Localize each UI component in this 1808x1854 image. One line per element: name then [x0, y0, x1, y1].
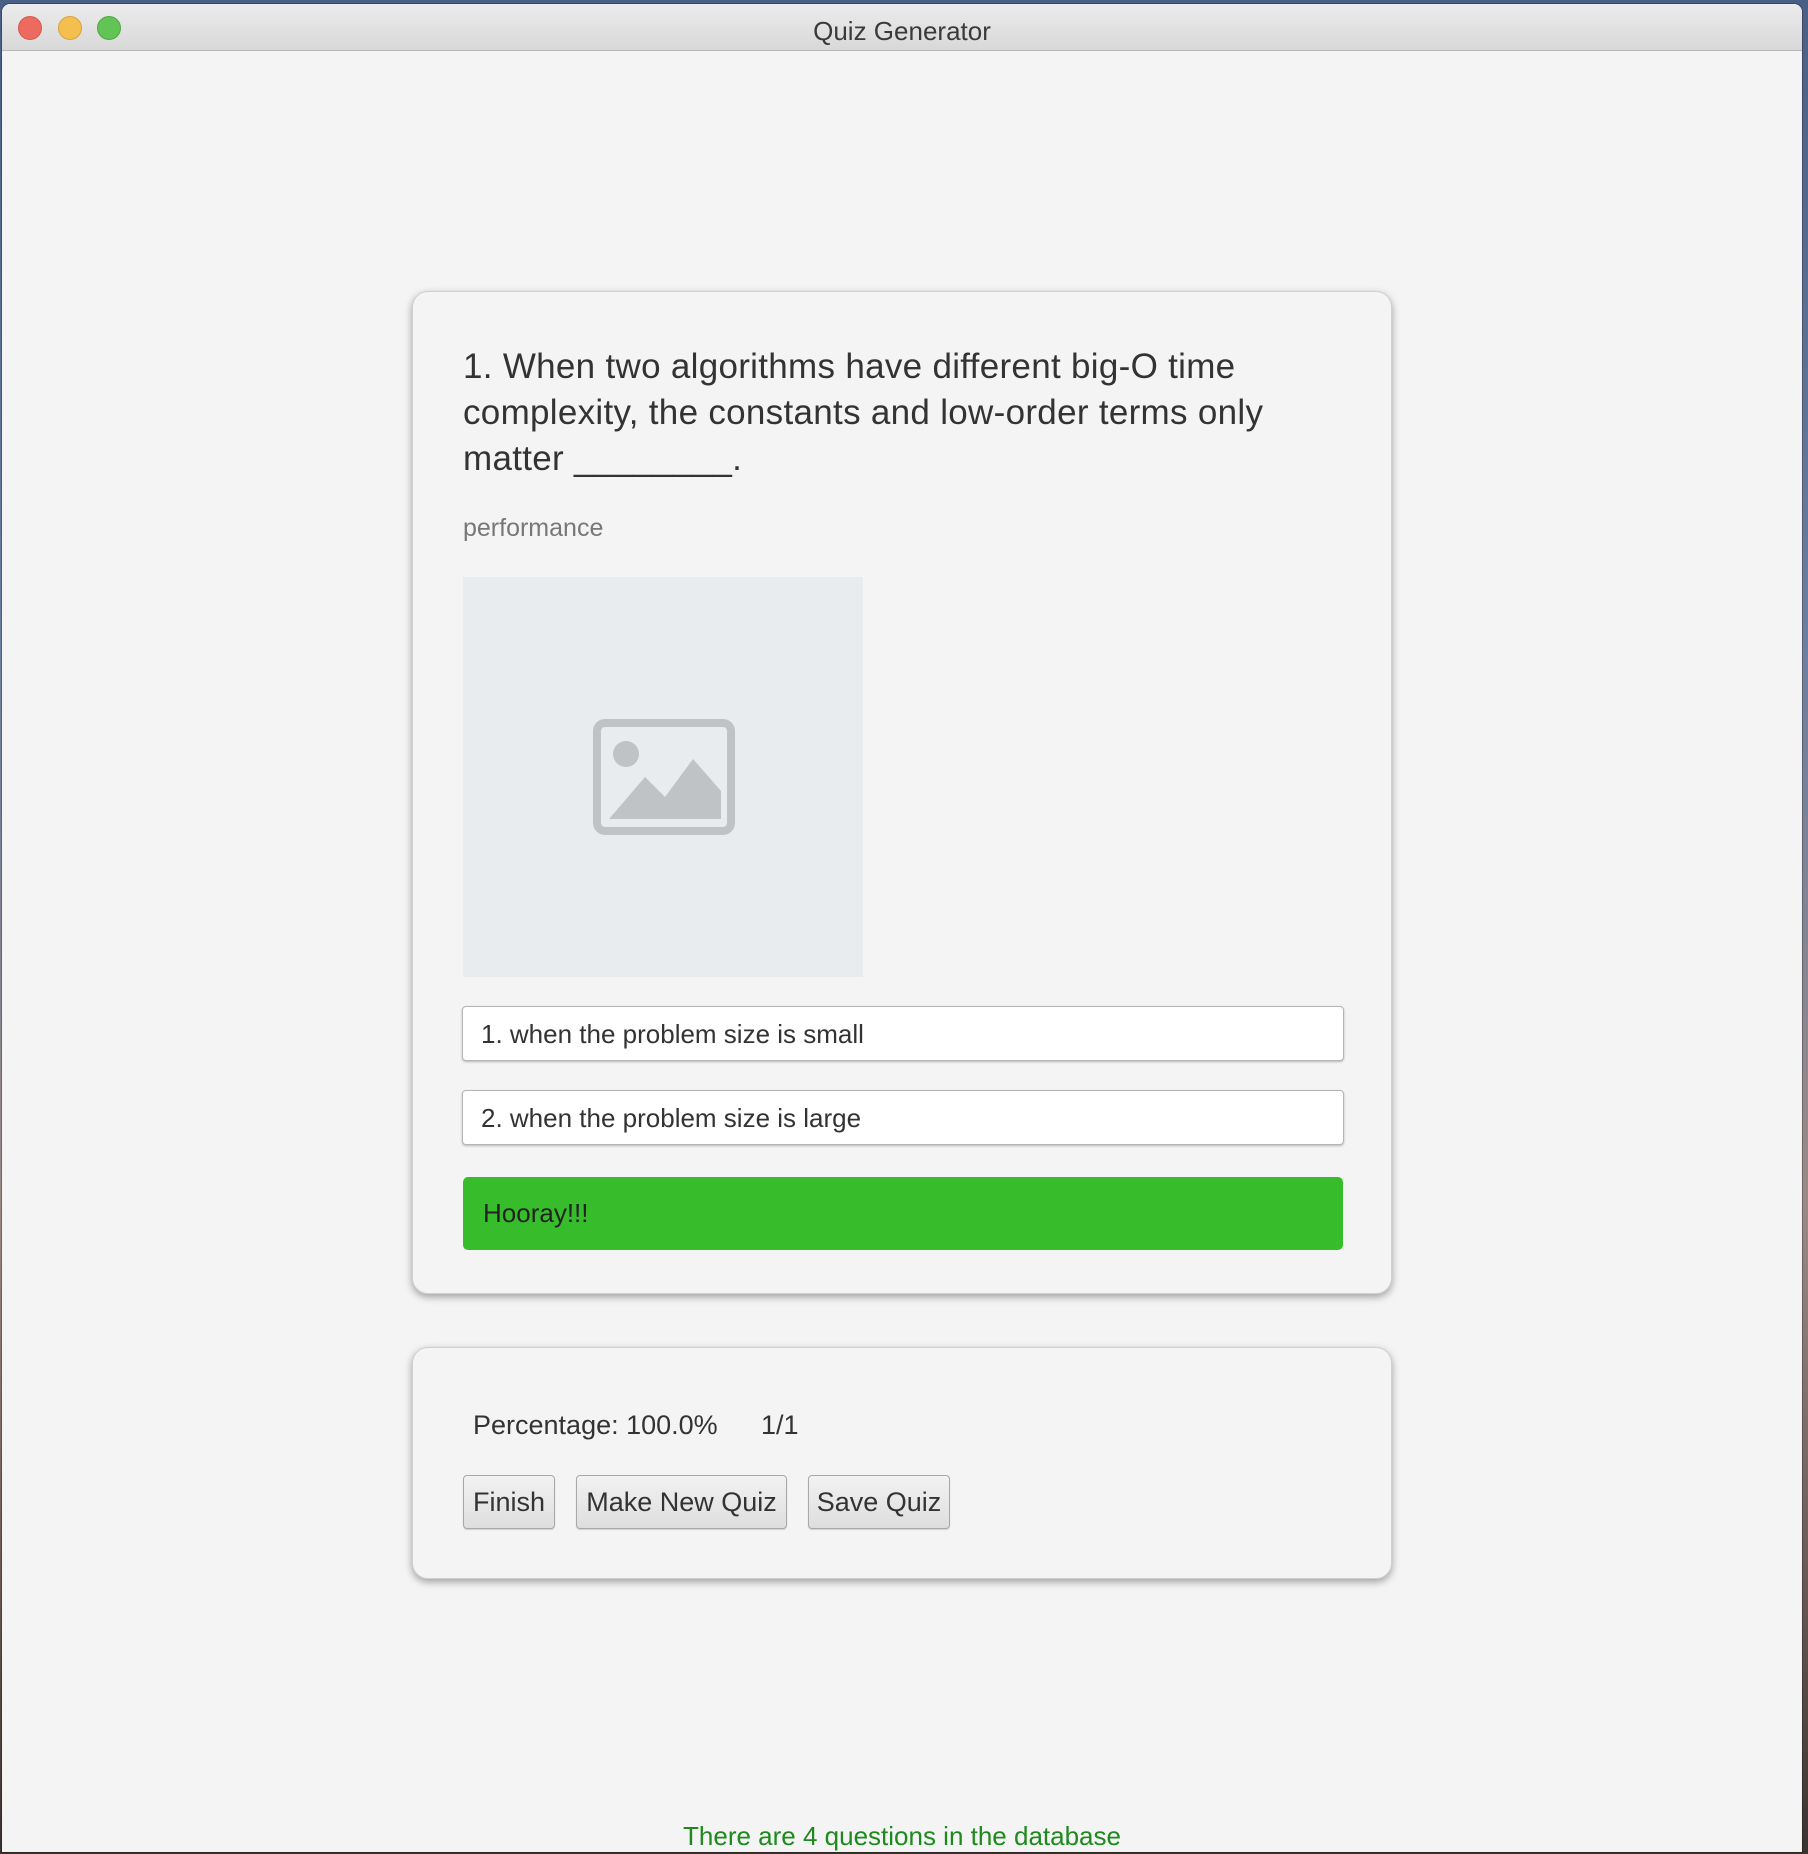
question-card: 1. When two algorithms have different bi…: [412, 291, 1392, 1294]
percentage-label: Percentage: 100.0%: [473, 1410, 718, 1440]
question-topic: performance: [463, 514, 604, 542]
finish-button[interactable]: Finish: [463, 1475, 555, 1529]
make-new-quiz-button[interactable]: Make New Quiz: [576, 1475, 787, 1529]
image-placeholder-icon: [593, 719, 735, 835]
question-text: 1. When two algorithms have different bi…: [463, 347, 1264, 478]
answer-option-1[interactable]: 1. when the problem size is small: [462, 1006, 1344, 1061]
question-image: [463, 577, 863, 977]
app-window: Quiz Generator 1. When two algorithms ha…: [2, 4, 1802, 1852]
database-status: There are 4 questions in the database: [683, 1821, 1121, 1851]
controls-card: Percentage: 100.0% 1/1 Finish Make New Q…: [412, 1347, 1392, 1579]
feedback-banner: Hooray!!!: [463, 1177, 1343, 1250]
window-title: Quiz Generator: [813, 16, 991, 46]
score-label: 1/1: [761, 1410, 799, 1440]
save-quiz-button[interactable]: Save Quiz: [808, 1475, 950, 1529]
title-bar: Quiz Generator: [2, 4, 1802, 51]
answer-option-2[interactable]: 2. when the problem size is large: [462, 1090, 1344, 1145]
